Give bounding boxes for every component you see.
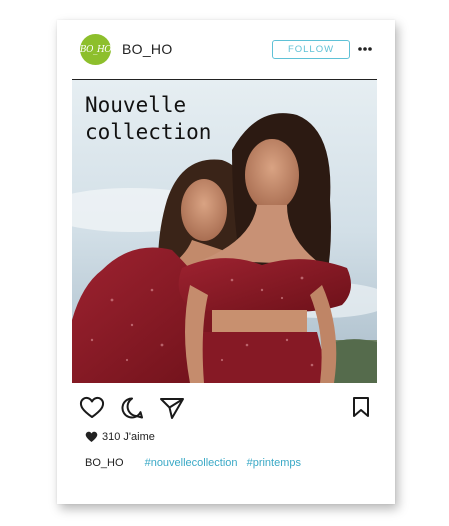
image-caption: Nouvelle collection <box>85 93 212 144</box>
more-icon[interactable] <box>358 46 372 52</box>
follow-button[interactable]: FOLLOW <box>272 40 350 59</box>
likes-count[interactable]: 310 J'aime <box>85 431 155 443</box>
avatar[interactable]: BO_HO <box>80 34 112 65</box>
username[interactable]: BO_HO <box>122 41 173 57</box>
instagram-post-card: BO_HO BO_HO FOLLOW Nouvelle collection 3… <box>57 20 395 504</box>
share-icon[interactable] <box>159 396 185 420</box>
post-caption: BO_HO #nouvellecollection #printemps <box>85 457 301 469</box>
comment-icon[interactable] <box>120 396 144 420</box>
heart-filled-icon <box>85 431 98 442</box>
post-header: BO_HO BO_HO FOLLOW <box>57 20 395 80</box>
hashtag-printemps[interactable]: #printemps <box>247 457 301 469</box>
heart-icon[interactable] <box>79 396 105 420</box>
action-bar <box>57 392 395 422</box>
post-image[interactable]: Nouvelle collection <box>72 80 377 383</box>
likes-text: 310 J'aime <box>102 431 155 443</box>
hashtag-nouvellecollection[interactable]: #nouvellecollection <box>145 457 238 469</box>
bookmark-icon[interactable] <box>352 396 370 418</box>
caption-username[interactable]: BO_HO <box>85 457 124 469</box>
